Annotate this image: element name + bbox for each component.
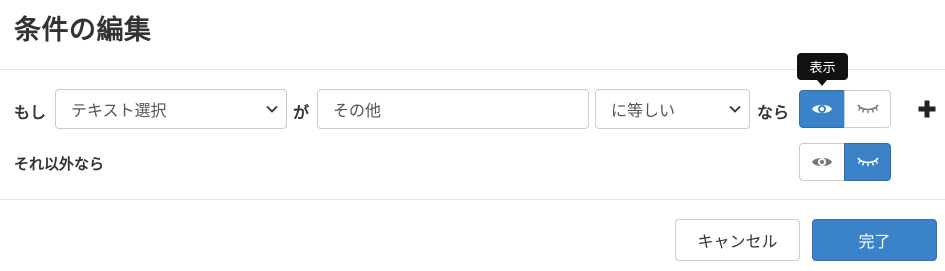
value-input-text: その他	[333, 101, 382, 120]
then-label: なら	[757, 103, 790, 122]
chevron-down-icon	[729, 105, 741, 113]
else-visibility-toggle-group	[799, 143, 892, 181]
cancel-button[interactable]: キャンセル	[675, 219, 800, 261]
show-button[interactable]	[799, 90, 845, 128]
operator-select-value: に等しい	[611, 101, 676, 120]
visibility-toggle-group	[799, 90, 892, 128]
else-hide-button[interactable]	[844, 143, 891, 181]
eye-closed-icon	[856, 104, 879, 114]
eye-open-icon	[812, 157, 832, 167]
eye-open-icon	[812, 104, 832, 114]
tooltip-arrow	[817, 80, 827, 86]
else-show-button[interactable]	[799, 143, 845, 181]
footer-divider	[0, 199, 945, 200]
value-input[interactable]: その他	[317, 89, 589, 129]
chevron-down-icon	[266, 105, 278, 113]
ga-label: が	[293, 103, 310, 122]
hide-button[interactable]	[844, 90, 891, 128]
else-label: それ以外なら	[14, 155, 105, 173]
field-select-value: テキスト選択	[71, 101, 167, 120]
dialog-title: 条件の編集	[14, 15, 152, 46]
field-select[interactable]: テキスト選択	[55, 89, 287, 129]
show-tooltip: 表示	[797, 53, 848, 80]
operator-select[interactable]: に等しい	[595, 89, 750, 129]
add-condition-icon[interactable]	[917, 99, 937, 119]
if-label: もし	[14, 103, 47, 122]
done-button[interactable]: 完了	[812, 219, 937, 261]
eye-closed-icon	[856, 157, 879, 167]
